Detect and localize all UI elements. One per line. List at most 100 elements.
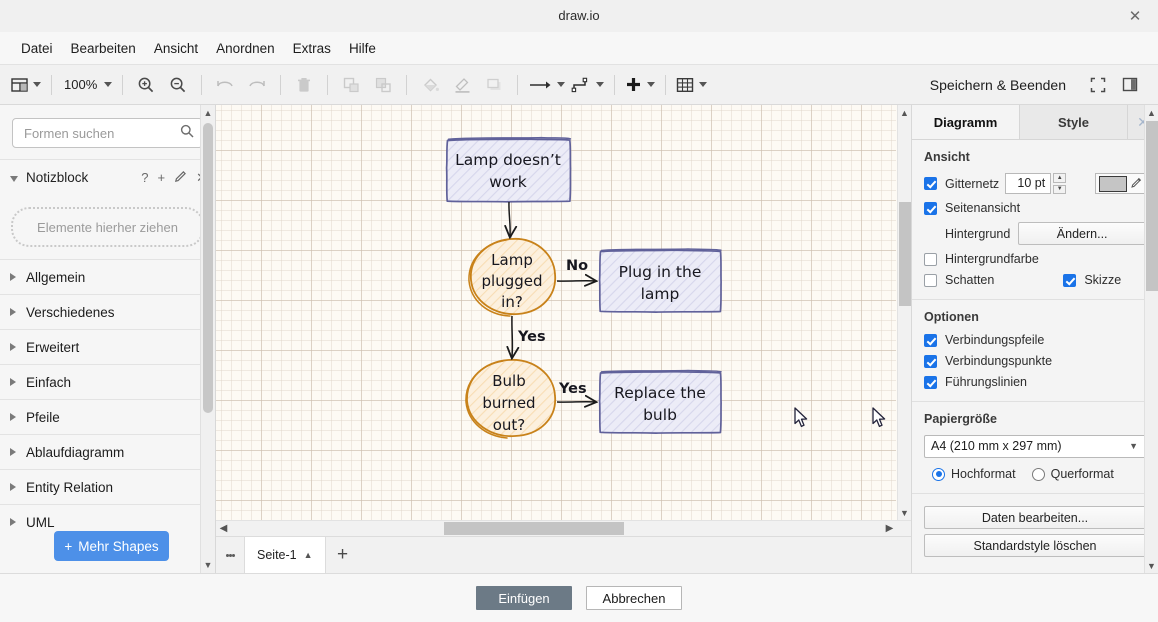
sidebar-item-pfeile[interactable]: Pfeile [0, 399, 215, 434]
landscape-radio[interactable] [1031, 467, 1045, 481]
send-to-back-icon[interactable] [367, 72, 399, 98]
diagram-canvas[interactable]: Lamp doesn’t work Lamp plugged in? Plug … [216, 105, 911, 573]
stepper-up-icon[interactable]: ▲ [1053, 173, 1067, 183]
line-color-icon[interactable] [446, 72, 478, 98]
sidebar-item-ablaufdiagramm[interactable]: Ablaufdiagramm [0, 434, 215, 469]
node-lamp-plugged-in[interactable]: Lamp plugged in? [468, 238, 556, 317]
format-panel-scrollbar[interactable]: ▲ ▼ [1144, 105, 1158, 573]
format-panel-icon[interactable] [1114, 72, 1146, 98]
scroll-down-icon[interactable]: ▼ [898, 505, 911, 520]
sidebar-scrollbar[interactable]: ▲ ▼ [200, 105, 215, 573]
clear-default-style-button[interactable]: Standardstyle löschen [924, 534, 1146, 557]
pencil-icon[interactable] [174, 170, 187, 185]
grid-color-picker[interactable] [1095, 173, 1146, 194]
canvas-vertical-scrollbar[interactable]: ▲ ▼ [897, 105, 911, 520]
scroll-right-icon[interactable]: ▶ [882, 521, 897, 536]
zoom-level-button[interactable]: 100% [59, 72, 115, 98]
insert-plus-icon[interactable] [622, 72, 658, 98]
add-page-button[interactable]: + [326, 537, 360, 573]
canvas-horizontal-scrollbar[interactable]: ◀ ▶ [216, 520, 911, 536]
tab-style[interactable]: Style [1020, 105, 1128, 139]
grid-checkbox[interactable] [924, 177, 937, 190]
sidebar-item-verschiedenes[interactable]: Verschiedenes [0, 294, 215, 329]
insert-button[interactable]: Einfügen [476, 586, 572, 610]
connection-points-checkbox[interactable] [924, 354, 937, 368]
flowchart-diagram[interactable]: Lamp doesn’t work Lamp plugged in? Plug … [216, 105, 897, 521]
undo-icon[interactable] [209, 72, 241, 98]
grid-size-input[interactable]: 10 pt [1005, 173, 1052, 194]
sidebar-item-entity-relation[interactable]: Entity Relation [0, 469, 215, 504]
grid-size-stepper[interactable]: ▲ ▼ [1053, 173, 1067, 194]
paper-size-select-wrapper: A4 (210 mm x 297 mm) ▼ [924, 435, 1146, 458]
scroll-left-icon[interactable]: ◀ [216, 521, 231, 536]
trash-icon[interactable] [288, 72, 320, 98]
connection-arrow-icon[interactable] [525, 72, 568, 98]
scroll-up-icon[interactable]: ▲ [1145, 105, 1158, 120]
scroll-down-icon[interactable]: ▼ [201, 557, 215, 573]
search-input[interactable] [22, 119, 176, 147]
fill-color-icon[interactable] [414, 72, 446, 98]
menu-item-ansicht[interactable]: Ansicht [145, 37, 207, 60]
menu-item-anordnen[interactable]: Anordnen [207, 37, 284, 60]
scratchpad-dropzone[interactable]: Elemente hierher ziehen [11, 207, 204, 247]
edge-plugged-to-plugin[interactable]: No [556, 258, 595, 281]
page-view-checkbox[interactable] [924, 201, 937, 215]
stepper-down-icon[interactable]: ▼ [1053, 184, 1067, 194]
shadow-checkbox[interactable] [924, 273, 937, 287]
sidebar-item-erweitert[interactable]: Erweitert [0, 329, 215, 364]
menu-item-hilfe[interactable]: Hilfe [340, 37, 385, 60]
scrollbar-thumb[interactable] [203, 123, 213, 413]
menu-item-bearbeiten[interactable]: Bearbeiten [62, 37, 145, 60]
paper-size-heading: Papiergröße [924, 412, 997, 426]
edit-data-button[interactable]: Daten bearbeiten... [924, 506, 1146, 529]
waypoints-icon[interactable] [568, 72, 607, 98]
add-icon[interactable]: + [158, 171, 166, 184]
scrollbar-thumb[interactable] [899, 202, 911, 306]
grid-color-swatch[interactable] [1099, 175, 1127, 192]
redo-icon[interactable] [241, 72, 273, 98]
cancel-button[interactable]: Abbrechen [586, 586, 682, 610]
sketch-checkbox[interactable] [1063, 273, 1077, 287]
zoom-in-icon[interactable] [130, 72, 162, 98]
scratchpad-header[interactable]: Notizblock ? + ✕ [0, 159, 215, 195]
bring-to-front-icon[interactable] [335, 72, 367, 98]
paper-size-select[interactable]: A4 (210 mm x 297 mm) [924, 435, 1146, 458]
menu-item-extras[interactable]: Extras [284, 37, 340, 60]
guides-checkbox[interactable] [924, 375, 937, 389]
tab-diagramm[interactable]: Diagramm [912, 105, 1020, 139]
scroll-down-icon[interactable]: ▼ [1145, 558, 1158, 573]
node-lamp-doesnt-work[interactable]: Lamp doesn’t work [445, 136, 572, 203]
table-icon[interactable] [673, 72, 710, 98]
save-and-exit-button[interactable]: Speichern & Beenden [922, 74, 1074, 96]
background-change-button[interactable]: Ändern... [1018, 222, 1146, 245]
node-replace-the-bulb[interactable]: Replace the bulb [598, 369, 722, 434]
help-icon[interactable]: ? [141, 171, 148, 184]
connection-arrows-checkbox[interactable] [924, 333, 937, 347]
toolbar-divider [201, 74, 203, 95]
more-shapes-button[interactable]: + Mehr Shapes [54, 531, 169, 561]
chevron-up-icon[interactable]: ▲ [304, 550, 313, 560]
portrait-radio[interactable] [932, 467, 945, 481]
shadow-icon[interactable] [478, 72, 510, 98]
edge-burned-to-replace[interactable]: Yes [556, 381, 595, 402]
menu-item-datei[interactable]: Datei [12, 37, 62, 60]
eyedropper-icon[interactable] [1131, 177, 1142, 191]
fullscreen-icon[interactable] [1082, 72, 1114, 98]
node-bulb-burned-out[interactable]: Bulb burned out? [465, 359, 556, 439]
node-plug-in-the-lamp[interactable]: Plug in the lamp [598, 248, 722, 313]
edge-start-to-plugged[interactable] [509, 201, 510, 236]
scroll-up-icon[interactable]: ▲ [898, 105, 911, 120]
zoom-out-icon[interactable] [162, 72, 194, 98]
sidebar-item-allgemein[interactable]: Allgemein [0, 259, 215, 294]
search-box[interactable] [12, 118, 203, 148]
page-tab-seite-1[interactable]: Seite-1 ▲ [244, 537, 326, 573]
close-icon[interactable]: ✕ [1112, 0, 1158, 31]
sidebar-item-einfach[interactable]: Einfach [0, 364, 215, 399]
scroll-up-icon[interactable]: ▲ [201, 105, 215, 121]
layout-panes-icon[interactable] [8, 72, 44, 98]
scrollbar-thumb[interactable] [1146, 121, 1158, 291]
scrollbar-thumb[interactable] [444, 522, 624, 535]
edge-plugged-to-burned[interactable]: Yes [512, 315, 546, 357]
background-color-checkbox[interactable] [924, 252, 937, 266]
kebab-menu-icon[interactable] [216, 537, 244, 573]
